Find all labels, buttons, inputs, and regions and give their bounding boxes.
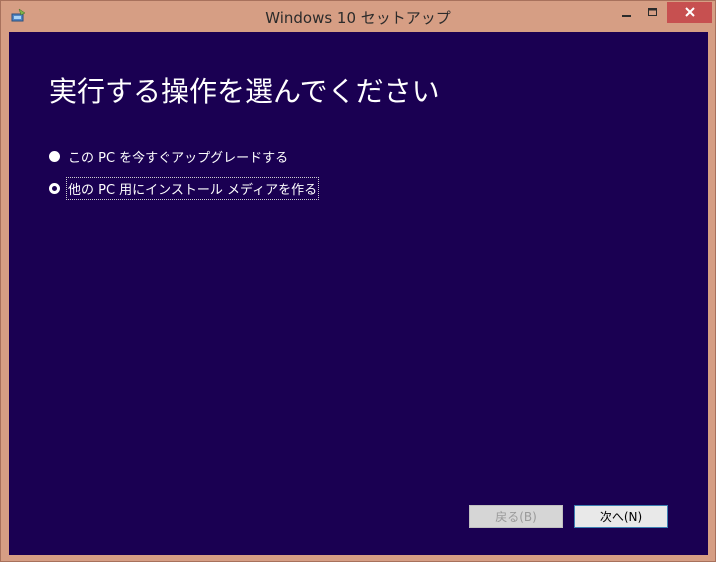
window-title: Windows 10 セットアップ	[265, 9, 451, 27]
maximize-button[interactable]	[640, 2, 666, 23]
page-title: 実行する操作を選んでください	[49, 75, 440, 108]
content-area: 実行する操作を選んでください この PC を今すぐアップグレードする 他の PC…	[9, 32, 708, 555]
close-button[interactable]	[667, 2, 712, 23]
option-upgrade-this-pc[interactable]: この PC を今すぐアップグレードする	[49, 146, 288, 166]
setup-window: Windows 10 セットアップ 実行する操作を選んでください この PC を…	[0, 0, 716, 562]
option-upgrade-label: この PC を今すぐアップグレードする	[68, 150, 289, 166]
radio-upgrade-this-pc[interactable]	[49, 150, 60, 162]
option-create-media-label: 他の PC 用にインストール メディアを作る	[65, 176, 320, 200]
radio-create-media[interactable]	[49, 182, 60, 194]
back-button[interactable]: 戻る(B)	[469, 505, 563, 528]
title-bar[interactable]: Windows 10 セットアップ	[1, 1, 715, 31]
option-create-media[interactable]: 他の PC 用にインストール メディアを作る	[49, 176, 320, 200]
next-button[interactable]: 次へ(N)	[574, 505, 668, 528]
minimize-button[interactable]	[613, 2, 640, 23]
close-icon	[684, 6, 695, 20]
